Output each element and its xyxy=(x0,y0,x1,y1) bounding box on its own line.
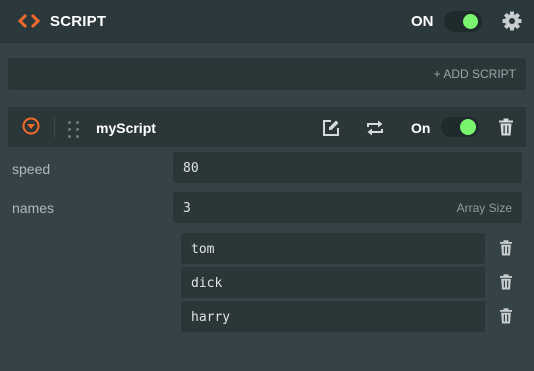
trash-icon[interactable] xyxy=(499,240,513,256)
expand-icon[interactable] xyxy=(22,117,40,135)
toggle-knob xyxy=(460,119,476,135)
speed-field[interactable]: 80 xyxy=(173,152,522,183)
edit-icon[interactable] xyxy=(322,119,340,137)
script-code-icon xyxy=(18,13,40,29)
array-size-label: Array Size xyxy=(456,201,512,215)
script-toggle-label: On xyxy=(411,120,431,136)
swap-icon[interactable] xyxy=(366,119,384,137)
array-item-field[interactable]: tom xyxy=(181,233,485,264)
array-item-value: dick xyxy=(191,276,223,291)
array-item-field[interactable]: harry xyxy=(181,301,485,332)
script-enable-toggle[interactable] xyxy=(441,117,479,137)
row-divider xyxy=(54,116,55,138)
panel-title: SCRIPT xyxy=(50,13,107,30)
drag-handle-icon[interactable] xyxy=(67,120,81,138)
speed-label: speed xyxy=(12,161,51,177)
trash-icon[interactable] xyxy=(499,308,513,324)
header-enable-toggle[interactable] xyxy=(444,11,482,32)
add-script-button[interactable]: + ADD SCRIPT xyxy=(434,67,516,81)
names-label: names xyxy=(12,200,55,216)
toggle-knob xyxy=(463,14,478,29)
gear-icon[interactable] xyxy=(502,11,522,31)
array-size-field[interactable]: 3 Array Size xyxy=(173,192,522,223)
panel-header: SCRIPT ON xyxy=(0,0,534,43)
speed-value: 80 xyxy=(183,161,199,176)
array-size-value: 3 xyxy=(183,201,191,216)
trash-icon[interactable] xyxy=(499,274,513,290)
array-item-field[interactable]: dick xyxy=(181,267,485,298)
script-row: myScript On xyxy=(8,107,526,147)
add-script-bar: + ADD SCRIPT xyxy=(8,58,526,90)
header-toggle-label: ON xyxy=(411,13,434,30)
trash-icon[interactable] xyxy=(498,118,514,136)
script-name: myScript xyxy=(96,120,156,136)
array-item-value: harry xyxy=(191,310,231,325)
array-item-value: tom xyxy=(191,242,215,257)
